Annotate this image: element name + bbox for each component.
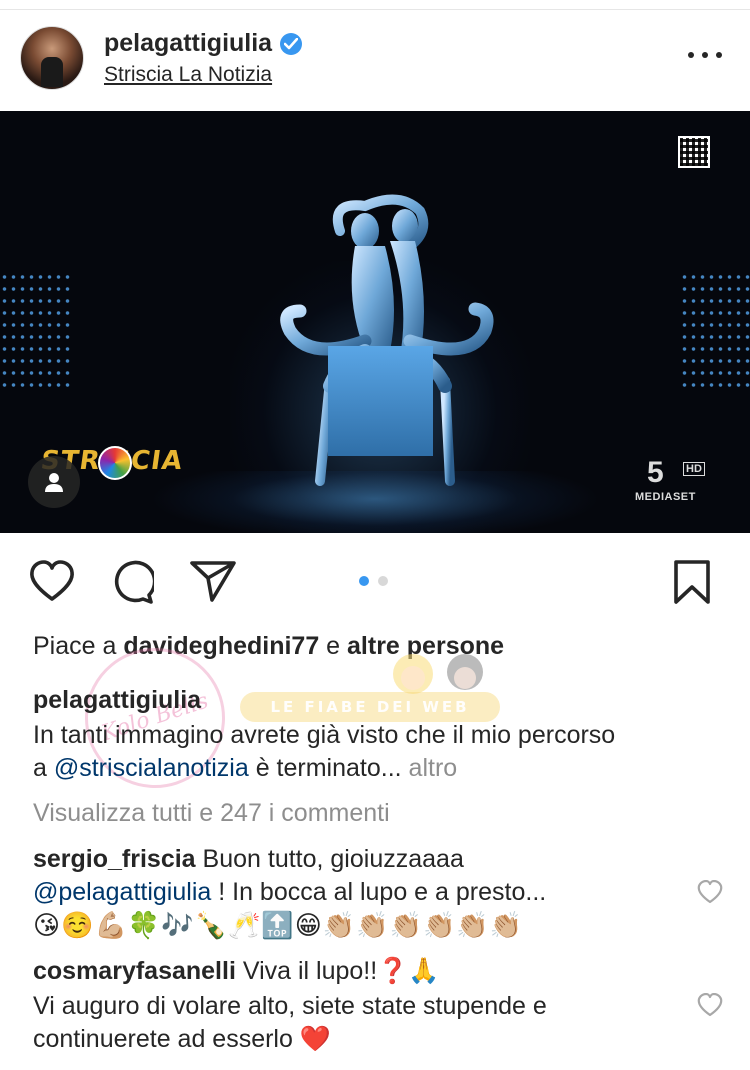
more-options-icon[interactable] [688,47,722,63]
view-all-comments-link[interactable]: Visualizza tutti e 247 i commenti [33,797,390,829]
carousel-indicator [359,576,388,586]
likes-summary: Piace a davideghedini77 e altre persone [33,630,504,662]
mediaset-label: MEDIASET [635,491,696,503]
caption-line-2: a @striscialanotizia è terminato... altr… [33,752,457,784]
carousel-dot [378,576,388,586]
post-location[interactable]: Striscia La Notizia [104,63,272,87]
verified-badge-icon [280,32,303,55]
comment-2-text: Viva il lupo!! [235,957,378,985]
likes-user-link[interactable]: davideghedini77 [123,632,319,660]
stage-lights-left [0,271,70,391]
username-row: pelagattigiulia [104,29,303,58]
comment-1-line-2: @pelagattigiulia ! In bocca al lupo e a … [33,876,546,908]
post-header: pelagattigiulia Striscia La Notizia [0,11,750,111]
comment-2-emoji: ❓🙏 [377,957,440,985]
post-media[interactable]: STRISCIA 5 HD MEDIASET [0,111,750,533]
comment-like-heart-icon[interactable] [697,879,723,904]
top-divider [0,0,750,10]
comment-1-mention[interactable]: @pelagattigiulia [33,878,211,906]
post-username[interactable]: pelagattigiulia [104,29,272,58]
comment-1-emoji-line: 😘☺️💪🏼🍀🎶🍾🥂🔝😁👏🏼👏🏼👏🏼👏🏼👏🏼👏🏼 [33,910,524,940]
watermark-banner: LE FIABE DEI WEB [240,692,500,722]
tagged-user-icon[interactable] [28,456,80,508]
comment-2-line-3-text: continuerete ad esserlo [33,1025,300,1053]
comment-1-author[interactable]: sergio_friscia [33,845,196,873]
comment-2-line-3: continuerete ad esserlo ❤️ [33,1023,331,1055]
rainbow-peace-icon [98,446,132,480]
more-dot [716,52,722,58]
more-dot [702,52,708,58]
stage-lights-right [680,271,750,391]
caption-mention[interactable]: @striscialanotizia [54,754,249,782]
likes-prefix: Piace a [33,632,124,660]
comment-2-line-1: cosmaryfasanelli Viva il lupo!!❓🙏 [33,955,439,987]
dancers-sculpture [280,194,494,486]
carousel-dot-active [359,576,369,586]
comment-2-author[interactable]: cosmaryfasanelli [33,957,236,985]
qr-code-icon [678,136,710,168]
comment-1-text: Buon tutto, gioiuzzaaaa [195,845,464,873]
red-heart-emoji: ❤️ [299,1025,331,1053]
caption-author[interactable]: pelagattigiulia [33,686,201,714]
paper-plane-icon[interactable] [190,560,236,606]
action-bar [0,533,750,628]
comment-1-text-2: ! In bocca al lupo e a presto... [211,878,547,906]
heart-icon[interactable] [29,560,75,606]
canale5-logo: 5 HD MEDIASET [635,456,710,506]
comment-bubble-icon[interactable] [110,560,157,606]
caption-line-1: In tanti immagino avrete già visto che i… [33,721,616,749]
comment-1-line-1: sergio_friscia Buon tutto, gioiuzzaaaa [33,843,464,875]
channel-number: 5 [647,456,664,489]
likes-middle: e [319,632,348,660]
caption-more-link[interactable]: altro [409,754,458,782]
more-dot [688,52,694,58]
hd-badge: HD [683,462,705,476]
caption-username: pelagattigiulia [33,684,201,716]
comment-2-line-2: Vi auguro di volare alto, siete state st… [33,992,547,1020]
profile-avatar[interactable] [20,26,84,90]
likes-others-link[interactable]: altre persone [347,632,504,660]
comment-like-heart-icon[interactable] [697,992,723,1017]
caption-line-2-suffix: è terminato... [248,754,409,782]
bookmark-icon[interactable] [672,560,712,606]
caption-line-2-prefix: a [33,754,54,782]
